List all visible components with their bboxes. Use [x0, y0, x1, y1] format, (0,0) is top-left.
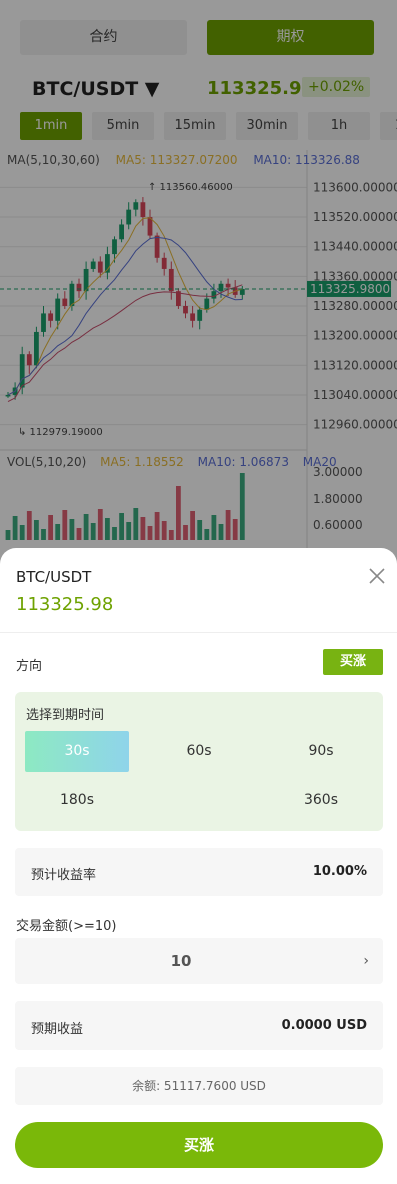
balance-text: 余额: 51117.7600 USD	[15, 1067, 383, 1105]
direction-label: 方向	[16, 659, 43, 674]
sheet-price: 113325.98	[16, 594, 114, 615]
order-sheet: BTC/USDT 113325.98 方向 买涨 选择到期时间 30s 60s …	[0, 548, 397, 1184]
expiry-option-180s[interactable]: 180s	[25, 780, 129, 821]
expiry-option-60s[interactable]: 60s	[147, 731, 251, 772]
yield-value: 10.00%	[312, 864, 367, 879]
close-icon[interactable]	[367, 566, 387, 586]
sheet-pair: BTC/USDT	[16, 568, 92, 586]
app-root: 合约 期权 BTC/USDT ▼ 113325.98 +0.02% 1min 5…	[0, 0, 397, 1184]
chevron-right-icon: ›	[363, 953, 369, 969]
amount-field[interactable]: 10 ›	[15, 938, 383, 984]
expiry-title: 选择到期时间	[26, 708, 105, 723]
amount-label: 交易金额(>=10)	[16, 919, 117, 934]
expiry-option-90s[interactable]: 90s	[269, 731, 373, 772]
sheet-divider	[0, 632, 397, 633]
profit-value: 0.0000 USD	[281, 1018, 367, 1033]
yield-row: 预计收益率 10.00%	[15, 848, 383, 896]
yield-label: 预计收益率	[31, 868, 97, 883]
amount-value: 10	[170, 952, 192, 970]
profit-row: 预期收益 0.0000 USD	[15, 1001, 383, 1050]
expiry-option-360s[interactable]: 360s	[269, 780, 373, 821]
buy-up-button[interactable]: 买涨	[15, 1122, 383, 1168]
expiry-option-30s[interactable]: 30s	[25, 731, 129, 772]
expiry-panel: 选择到期时间 30s 60s 90s 180s 360s	[15, 692, 383, 831]
direction-badge[interactable]: 买涨	[323, 649, 383, 675]
profit-label: 预期收益	[31, 1022, 84, 1037]
